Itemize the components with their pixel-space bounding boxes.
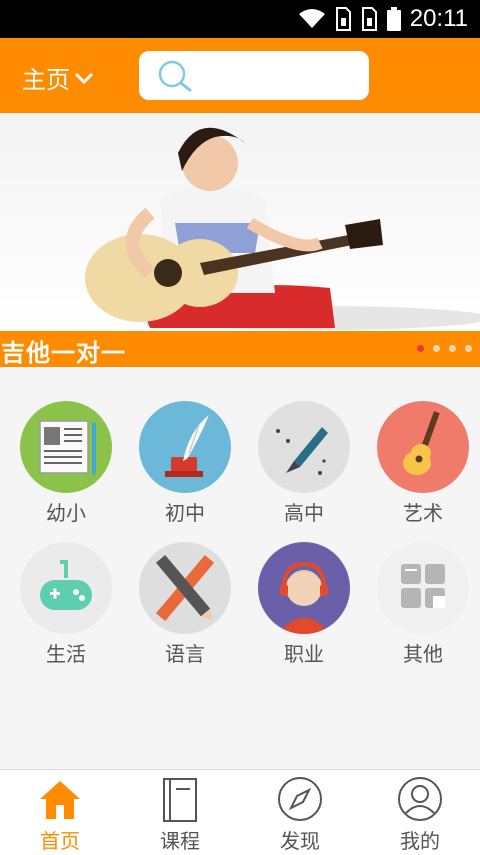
category-yuyan[interactable]: 语言 — [135, 542, 235, 667]
category-zhiye[interactable]: 职业 — [254, 542, 354, 667]
search-icon — [158, 60, 192, 93]
category-shenghuo[interactable]: 生活 — [16, 542, 116, 667]
banner-carousel[interactable] — [0, 113, 480, 331]
battery-icon — [386, 7, 401, 31]
user-icon — [398, 777, 442, 821]
pencil-ruler-icon — [139, 542, 231, 634]
compass-icon — [278, 777, 322, 821]
carousel-indicators — [417, 345, 472, 352]
category-label: 其他 — [403, 642, 443, 666]
tab-mine[interactable]: 我的 — [360, 770, 480, 855]
status-time: 20:11 — [409, 5, 468, 32]
category-youxiao[interactable]: 幼小 — [16, 401, 116, 526]
status-bar: 20:11 — [0, 0, 480, 38]
category-label: 高中 — [284, 501, 324, 525]
search-box[interactable] — [139, 51, 369, 100]
book-icon — [20, 401, 112, 493]
grid-apps-icon — [377, 542, 469, 634]
category-gaozhong[interactable]: 高中 — [254, 401, 354, 526]
banner-image — [85, 127, 480, 330]
category-label: 生活 — [46, 642, 86, 666]
category-label: 职业 — [284, 642, 324, 666]
search-input[interactable] — [201, 59, 355, 93]
home-dropdown-label: 主页 — [22, 66, 70, 94]
wifi-icon — [298, 9, 325, 28]
carousel-dot[interactable] — [465, 345, 472, 352]
tab-home[interactable]: 首页 — [0, 770, 120, 855]
gamepad-icon — [20, 542, 112, 634]
notebook-icon — [163, 778, 197, 822]
bottom-tab-bar: 首页 课程 发现 我的 — [0, 769, 480, 855]
tab-label: 课程 — [160, 829, 200, 853]
carousel-dot[interactable] — [449, 345, 456, 352]
category-chuzhong[interactable]: 初中 — [135, 401, 235, 526]
tab-discover[interactable]: 发现 — [240, 770, 360, 855]
banner-caption: 吉他一对一 — [0, 331, 480, 367]
tab-courses[interactable]: 课程 — [120, 770, 240, 855]
category-label: 幼小 — [46, 501, 86, 525]
headphones-person-icon — [258, 542, 350, 634]
banner-caption-text: 吉他一对一 — [1, 339, 126, 367]
sim-card-icon — [361, 7, 377, 31]
fountain-pen-icon — [258, 401, 350, 493]
tab-label: 发现 — [280, 829, 320, 853]
chevron-down-icon — [74, 72, 94, 84]
home-dropdown[interactable]: 主页 — [22, 60, 94, 95]
category-label: 初中 — [165, 501, 205, 525]
guitar-icon — [377, 401, 469, 493]
top-header: 主页 — [0, 38, 480, 113]
sim-card-icon — [335, 7, 351, 31]
home-icon — [40, 781, 80, 819]
category-label: 语言 — [165, 642, 205, 666]
category-grid: 幼小 初中 高中 艺术 生活 语言 职业 其他 — [0, 367, 480, 769]
category-label: 艺术 — [403, 501, 443, 525]
tab-label: 首页 — [40, 829, 80, 853]
category-yishu[interactable]: 艺术 — [373, 401, 473, 526]
category-qita[interactable]: 其他 — [373, 542, 473, 667]
carousel-dot[interactable] — [433, 345, 440, 352]
carousel-dot[interactable] — [417, 345, 424, 352]
tab-label: 我的 — [400, 829, 440, 853]
quill-icon — [139, 401, 231, 493]
